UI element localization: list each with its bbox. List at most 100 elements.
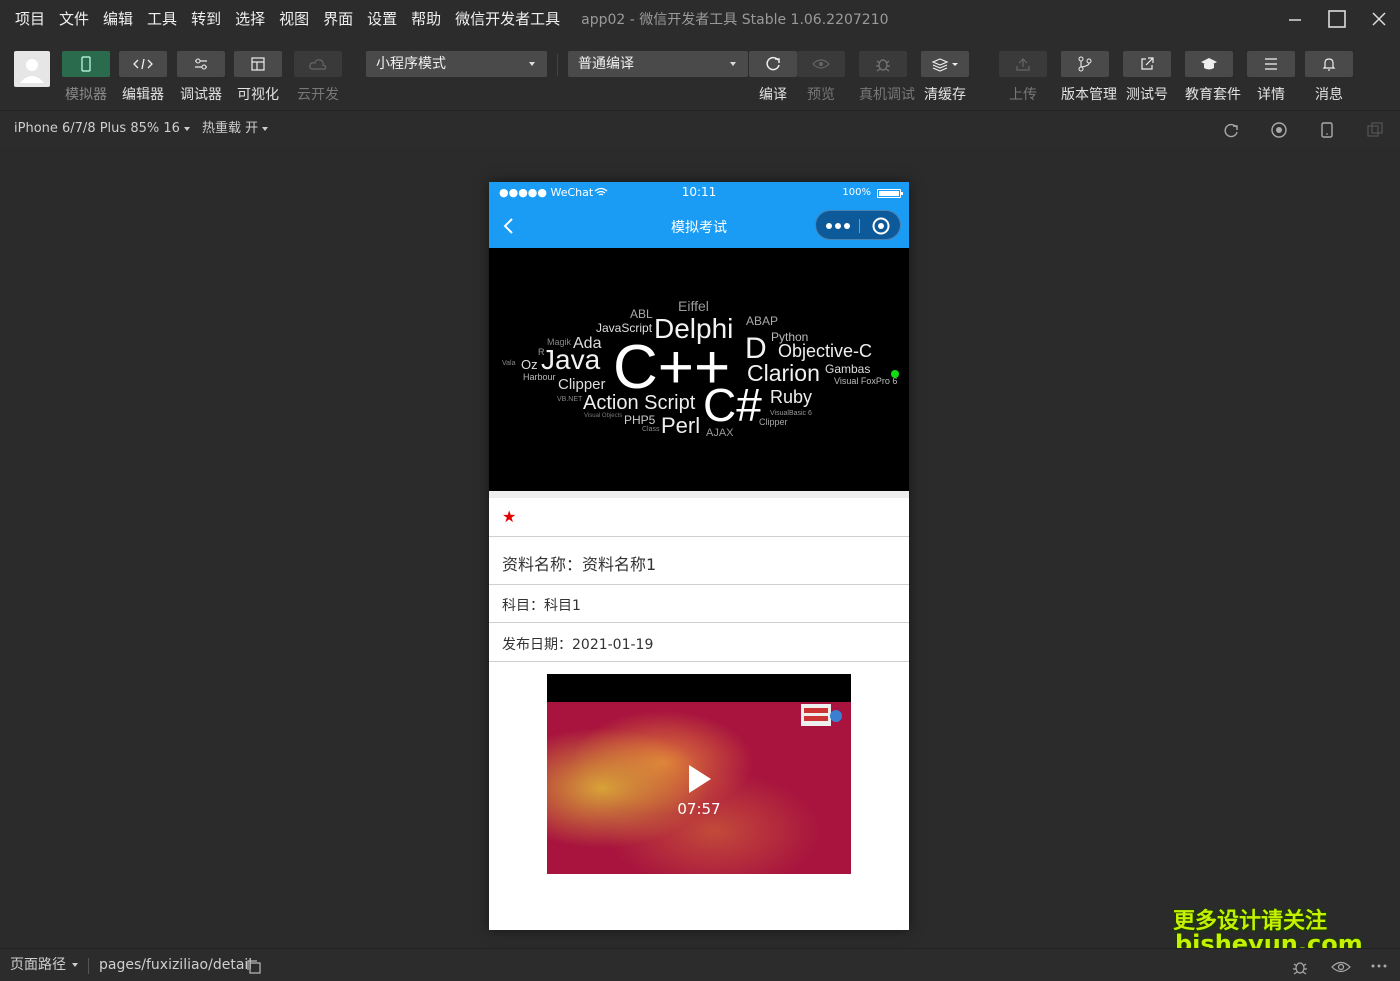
menu-view[interactable]: 视图 [272,0,316,38]
window-controls [1274,0,1400,38]
close-icon [1372,12,1386,26]
window-title: app02 - 微信开发者工具 Stable 1.06.2207210 [581,12,889,28]
preview-button[interactable]: 预览 [797,51,845,104]
menu-settings[interactable]: 设置 [360,0,404,38]
mode-select[interactable]: 小程序模式 [366,51,547,77]
cloud-button[interactable]: 云开发 [294,51,342,104]
device-select-value: iPhone 6/7/8 Plus 85% 16 [14,121,180,136]
maximize-button[interactable] [1316,0,1358,38]
sliders-icon [195,58,207,70]
word-clipper: Clipper [558,376,606,393]
word-gambas: Gambas [825,362,870,376]
page-path-select[interactable]: 页面路径 [10,949,78,981]
menu-project[interactable]: 项目 [8,0,52,38]
menu-wechat-devtools[interactable]: 微信开发者工具 [448,0,567,38]
menu-file[interactable]: 文件 [52,0,96,38]
detach-window-icon[interactable] [1366,121,1384,139]
clear-cache-button[interactable]: 清缓存 [921,51,969,104]
capsule-menu [815,210,901,240]
bottom-divider [88,958,89,974]
word-class: Class [642,426,660,433]
menu-edit[interactable]: 编辑 [96,0,140,38]
name-row: 资料名称：资料名称1 [489,537,909,585]
word-perl: Perl [661,413,700,438]
menu-select[interactable]: 选择 [228,0,272,38]
compile-mode-select[interactable]: 普通编译 [568,51,748,77]
eye-icon[interactable] [1330,959,1352,975]
word-csharp: C# [703,379,762,431]
more-icon[interactable] [1370,963,1388,969]
messages-button[interactable]: 消息 [1305,51,1353,104]
chevron-down-icon [72,963,78,967]
menu-icon [1265,58,1277,70]
hot-reload-select[interactable]: 热重载 开 [202,111,269,147]
word-visual-objects: Visual Objects [584,413,622,419]
word-abl: ABL [630,307,653,321]
debugger-button[interactable]: 调试器 [177,51,225,104]
date-text: 发布日期：2021-01-19 [502,637,654,653]
preview-label: 预览 [807,87,835,103]
layout-icon [251,57,265,71]
main-menu: 项目 文件 编辑 工具 转到 选择 视图 界面 设置 帮助 微信开发者工具 [0,0,567,38]
record-icon[interactable] [1270,121,1288,139]
menu-tools[interactable]: 工具 [140,0,184,38]
toolbar-divider [557,54,558,76]
clear-cache-label: 清缓存 [924,87,966,103]
edu-button[interactable]: 教育套件 [1185,51,1241,104]
play-icon[interactable] [687,764,713,794]
upload-button[interactable]: 上传 [999,51,1047,104]
toolbar: 模拟器 编辑器 调试器 可视化 云开发 小程序模式 普通编译 编译 预览 真机调… [0,38,1400,110]
word-visual-foxpro: Visual FoxPro 6 [834,376,897,386]
video-player[interactable]: 07:57 [547,674,851,874]
version-button[interactable]: 版本管理 [1061,51,1117,104]
video-duration: 07:57 [677,800,721,818]
menu-interface[interactable]: 界面 [316,0,360,38]
layers-icon [931,58,958,72]
close-window-button[interactable] [1358,0,1400,38]
menu-help[interactable]: 帮助 [404,0,448,38]
visual-button[interactable]: 可视化 [234,51,282,104]
test-account-button[interactable]: 测试号 [1123,51,1171,104]
device-icon[interactable] [1318,121,1336,139]
details-button[interactable]: 详情 [1247,51,1295,104]
close-miniprogram-icon[interactable] [871,216,891,236]
star-icon[interactable]: ★ [502,507,516,526]
channel-logo-icon [801,704,842,726]
word-java: Java [541,344,601,375]
external-link-icon [1141,57,1154,70]
word-cloud-image: Eiffel ABL ABAP JavaScript Delphi Python… [502,298,899,439]
compile-mode-value: 普通编译 [578,56,634,72]
visual-label: 可视化 [237,87,279,103]
banner-image[interactable]: Eiffel ABL ABAP JavaScript Delphi Python… [489,248,909,491]
copy-icon[interactable] [246,959,262,975]
remote-debug-button[interactable]: 真机调试 [859,51,915,104]
simulator-button[interactable]: 模拟器 [62,51,110,104]
page-path-label: 页面路径 [10,957,66,973]
branch-icon [1078,56,1092,72]
bottom-status-bar: 页面路径 pages/fuxiziliao/detail [0,948,1400,981]
word-php5: PHP5 [624,413,656,427]
capsule-divider [859,219,860,233]
more-dots-icon[interactable] [824,221,854,231]
word-abap: ABAP [746,314,778,328]
bug-icon[interactable] [1290,957,1310,977]
editor-button[interactable]: 编辑器 [119,51,167,104]
graduation-cap-icon [1201,58,1217,70]
word-harbour: Harbour [523,372,556,382]
word-objective-c: Objective-C [778,341,872,361]
subject-row: 科目：科目1 [489,585,909,623]
test-account-label: 测试号 [1126,87,1168,103]
name-text: 资料名称：资料名称1 [502,555,657,574]
user-avatar[interactable] [14,51,50,87]
device-select[interactable]: iPhone 6/7/8 Plus 85% 16 [14,111,190,147]
menu-goto[interactable]: 转到 [184,0,228,38]
favorite-row[interactable]: ★ [489,498,909,537]
compile-button[interactable]: 编译 [749,51,797,104]
word-ajax: AJAX [706,427,734,439]
upload-label: 上传 [1009,87,1037,103]
minimize-button[interactable] [1274,0,1316,38]
word-clipper-small: Clipper [759,417,788,427]
phone-status-bar: ●●●●● WeChat 10:11 100% [489,182,909,204]
chevron-down-icon [183,126,190,131]
rotate-icon[interactable] [1222,121,1240,139]
